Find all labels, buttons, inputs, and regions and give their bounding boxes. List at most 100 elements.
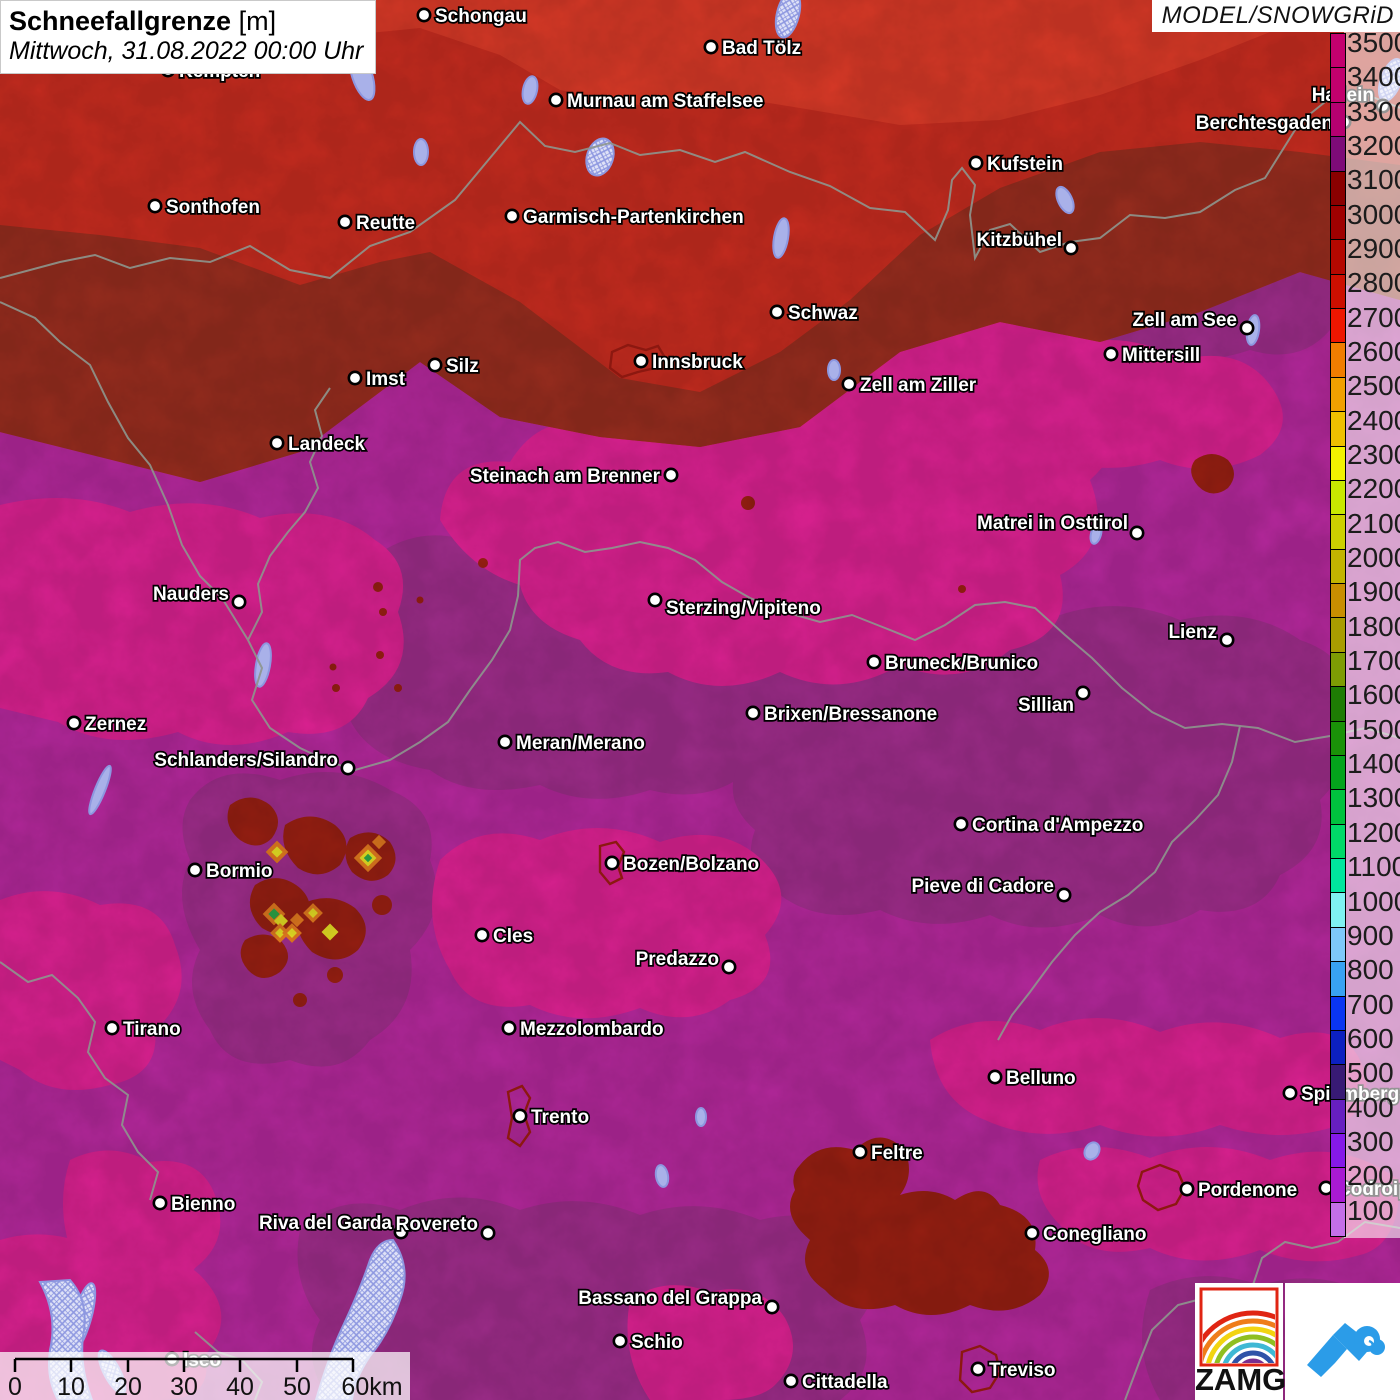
partner-logo[interactable] xyxy=(1285,1283,1400,1400)
city-label-bad-t-lz: Bad Tölz xyxy=(722,38,801,59)
colorbar-label-2400: 2400 xyxy=(1347,405,1400,437)
colorbar-label-600: 600 xyxy=(1347,1023,1394,1055)
colorbar-segment-200 xyxy=(1331,1168,1345,1202)
city-label-feltre: Feltre xyxy=(871,1143,923,1164)
city-label-brixen-bressanone: Brixen/Bressanone xyxy=(764,704,937,725)
colorbar-segment-3200 xyxy=(1331,137,1345,171)
colorbar-segment-3400 xyxy=(1331,68,1345,102)
city-dot-kufstein xyxy=(970,157,982,169)
colorbar-segment-3500 xyxy=(1331,34,1345,68)
scalebar-label-0: 0 xyxy=(8,1373,22,1400)
colorbar-label-1200: 1200 xyxy=(1347,817,1400,849)
colorbar-segment-2900 xyxy=(1331,240,1345,274)
colorbar-segment-2600 xyxy=(1331,343,1345,377)
colorbar-segment-900 xyxy=(1331,928,1345,962)
city-dot-zell-am-ziller xyxy=(843,378,855,390)
city-label-schongau: Schongau xyxy=(435,6,527,27)
city-dot-matrei-in-osttirol xyxy=(1131,527,1143,539)
city-label-lienz: Lienz xyxy=(1168,622,1217,643)
colorbar-label-1700: 1700 xyxy=(1347,645,1400,677)
city-dot-zell-am-see xyxy=(1241,322,1253,334)
colorbar-label-strip: 3500340033003200310030002900280027002600… xyxy=(1344,30,1400,1238)
city-dot-schio xyxy=(614,1335,626,1347)
city-label-mezzolombardo: Mezzolombardo xyxy=(520,1019,664,1040)
city-label-cortina-d-ampezzo: Cortina d'Ampezzo xyxy=(972,815,1143,836)
city-dot-innsbruck xyxy=(635,355,647,367)
city-dot-sterzing-vipiteno xyxy=(649,594,661,606)
city-label-kitzb-hel: Kitzbühel xyxy=(977,230,1063,251)
scalebar-label-10: 10 xyxy=(57,1373,85,1400)
colorbar-label-3000: 3000 xyxy=(1347,199,1400,231)
colorbar-segment-1700 xyxy=(1331,653,1345,687)
city-label-silz: Silz xyxy=(446,356,479,377)
city-label-treviso: Treviso xyxy=(989,1360,1056,1381)
city-dot-schwaz xyxy=(771,306,783,318)
colorbar-label-100: 100 xyxy=(1347,1195,1394,1227)
colorbar xyxy=(1330,33,1346,1237)
zamg-logo[interactable]: ZAMG xyxy=(1195,1283,1283,1400)
city-label-belluno: Belluno xyxy=(1006,1068,1076,1089)
city-dot-zernez xyxy=(68,717,80,729)
city-label-bormio: Bormio xyxy=(206,861,273,882)
city-label-imst: Imst xyxy=(366,369,406,390)
colorbar-label-1400: 1400 xyxy=(1347,748,1400,780)
city-label-tirano: Tirano xyxy=(123,1019,181,1040)
colorbar-label-200: 200 xyxy=(1347,1160,1394,1192)
city-label-pordenone: Pordenone xyxy=(1198,1180,1297,1201)
blue-mountain-icon xyxy=(1285,1283,1400,1400)
city-dot-sonthofen xyxy=(149,200,161,212)
colorbar-label-2800: 2800 xyxy=(1347,267,1400,299)
city-label-conegliano: Conegliano xyxy=(1043,1224,1146,1245)
city-label-berchtesgaden: Berchtesgaden xyxy=(1196,113,1333,134)
city-label-sterzing-vipiteno: Sterzing/Vipiteno xyxy=(666,598,821,619)
colorbar-segment-2400 xyxy=(1331,412,1345,446)
colorbar-segment-100 xyxy=(1331,1203,1345,1236)
city-label-nauders: Nauders xyxy=(153,584,229,605)
city-dot-silz xyxy=(429,359,441,371)
city-label-sillian: Sillian xyxy=(1018,695,1074,716)
city-dot-cittadella xyxy=(785,1375,797,1387)
city-label-matrei-in-osttirol: Matrei in Osttirol xyxy=(977,513,1128,534)
city-label-cittadella: Cittadella xyxy=(802,1372,888,1393)
colorbar-segment-3300 xyxy=(1331,103,1345,137)
colorbar-label-2000: 2000 xyxy=(1347,542,1400,574)
colorbar-segment-1500 xyxy=(1331,722,1345,756)
city-label-kufstein: Kufstein xyxy=(987,154,1063,175)
city-dot-sillian xyxy=(1077,687,1089,699)
colorbar-label-2700: 2700 xyxy=(1347,302,1400,334)
colorbar-segment-1800 xyxy=(1331,618,1345,652)
city-dot-schongau xyxy=(418,9,430,21)
model-label-box: MODEL/SNOWGRiD xyxy=(1152,0,1400,32)
colorbar-label-1900: 1900 xyxy=(1347,576,1400,608)
city-label-bozen-bolzano: Bozen/Bolzano xyxy=(623,854,759,875)
colorbar-label-300: 300 xyxy=(1347,1126,1394,1158)
city-dot-reutte xyxy=(339,216,351,228)
colorbar-segment-1900 xyxy=(1331,584,1345,618)
colorbar-segment-2700 xyxy=(1331,309,1345,343)
city-label-innsbruck: Innsbruck xyxy=(652,352,743,373)
colorbar-segment-3000 xyxy=(1331,206,1345,240)
city-dot-kitzb-hel xyxy=(1065,242,1077,254)
colorbar-label-3200: 3200 xyxy=(1347,130,1400,162)
colorbar-label-1500: 1500 xyxy=(1347,714,1400,746)
scalebar-label-60km: 60km xyxy=(341,1373,402,1400)
city-label-steinach-am-brenner: Steinach am Brenner xyxy=(470,466,661,487)
map-title-box: Schneefallgrenze [m] Mittwoch, 31.08.202… xyxy=(0,0,376,74)
colorbar-label-3400: 3400 xyxy=(1347,61,1400,93)
city-dot-tirano xyxy=(106,1022,118,1034)
colorbar-label-2200: 2200 xyxy=(1347,473,1400,505)
city-dot-meran-merano xyxy=(499,736,511,748)
city-dot-cles xyxy=(476,929,488,941)
city-dot-trento xyxy=(514,1110,526,1122)
colorbar-segment-1400 xyxy=(1331,756,1345,790)
colorbar-label-3300: 3300 xyxy=(1347,96,1400,128)
city-dot-lienz xyxy=(1221,634,1233,646)
city-label-schio: Schio xyxy=(631,1332,683,1353)
colorbar-segment-700 xyxy=(1331,997,1345,1031)
map-title-text: Schneefallgrenze xyxy=(9,6,231,36)
weather-map[interactable]: SchongauBad TölzKemptenMurnau am Staffel… xyxy=(0,0,1400,1400)
city-dot-conegliano xyxy=(1026,1227,1038,1239)
model-label: MODEL/SNOWGRiD xyxy=(1162,2,1394,30)
city-dot-treviso xyxy=(972,1363,984,1375)
city-dot-bassano-del-grappa xyxy=(766,1301,778,1313)
